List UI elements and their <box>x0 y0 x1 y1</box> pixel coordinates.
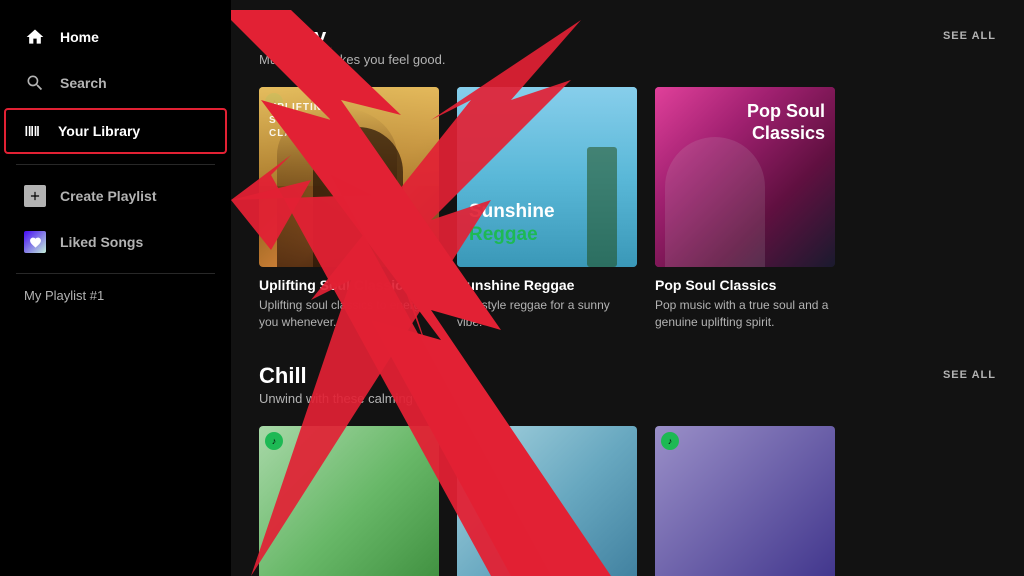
happy-section: Happy Music that makes you feel good. SE… <box>259 24 996 331</box>
card-pop-soul-title: Pop Soul Classics <box>655 277 835 293</box>
card-chill2-image: ♪ <box>457 426 637 576</box>
chill-section: Chill Unwind with these calming playlist… <box>259 363 996 576</box>
happy-section-header: Happy Music that makes you feel good. SE… <box>259 24 996 83</box>
spotify-badge-chill2: ♪ <box>463 432 481 450</box>
sidebar-item-your-library[interactable]: Your Library <box>4 108 227 154</box>
sidebar: Home Search Your Library Create Playlist <box>0 0 231 576</box>
happy-subtitle: Music that makes you feel good. <box>259 52 445 67</box>
card-uplifting-image: ♪ UpliftingSoulClassics <box>259 87 439 267</box>
sidebar-liked-songs-label: Liked Songs <box>60 234 143 250</box>
card-pop-soul[interactable]: ♪ Pop SoulClassics Pop Soul Classics Pop… <box>655 87 835 331</box>
sidebar-divider-2 <box>16 273 215 274</box>
search-icon <box>24 72 46 94</box>
card-sunshine-reggae[interactable]: ♪ SunshineReggae Sunshine Reggae Pop sty… <box>457 87 637 331</box>
chill-see-all[interactable]: SEE ALL <box>943 363 996 381</box>
chill-subtitle: Unwind with these calming playlists. <box>259 391 466 406</box>
heart-icon <box>24 231 46 253</box>
spotify-badge-chill1: ♪ <box>265 432 283 450</box>
sidebar-item-search[interactable]: Search <box>8 62 223 104</box>
spotify-badge-chill3: ♪ <box>661 432 679 450</box>
card-chill3-image: ♪ <box>655 426 835 576</box>
card-sunshine-title: Sunshine Reggae <box>457 277 637 293</box>
card-sunshine-desc: Pop style reggae for a sunny vibe! <box>457 297 637 331</box>
sidebar-item-create-playlist[interactable]: Create Playlist <box>8 175 223 217</box>
card-pop-soul-image: ♪ Pop SoulClassics <box>655 87 835 267</box>
sidebar-create-playlist-label: Create Playlist <box>60 188 157 204</box>
card-uplifting-title: Uplifting Soul Classics <box>259 277 439 293</box>
sidebar-playlist-my-playlist-1[interactable]: My Playlist #1 <box>0 282 231 309</box>
chill-cards-row: ♪ ♪ ♪ <box>259 426 996 576</box>
home-icon <box>24 26 46 48</box>
card-chill-2[interactable]: ♪ <box>457 426 637 576</box>
pop-soul-person <box>665 137 765 267</box>
happy-cards-row: ♪ UpliftingSoulClassics Uplifting Soul C… <box>259 87 996 331</box>
happy-see-all[interactable]: SEE ALL <box>943 24 996 42</box>
sidebar-item-home[interactable]: Home <box>8 16 223 58</box>
sunshine-overlay-text: SunshineReggae <box>469 201 555 247</box>
person-body <box>313 127 403 267</box>
sidebar-home-label: Home <box>60 29 99 45</box>
chill-section-header: Chill Unwind with these calming playlist… <box>259 363 996 422</box>
sidebar-library-label: Your Library <box>58 123 140 139</box>
palm-trunk <box>587 147 617 267</box>
sidebar-divider <box>16 164 215 165</box>
happy-section-titles: Happy Music that makes you feel good. <box>259 24 445 83</box>
card-uplifting-soul[interactable]: ♪ UpliftingSoulClassics Uplifting Soul C… <box>259 87 439 331</box>
card-chill1-image: ♪ <box>259 426 439 576</box>
card-pop-soul-desc: Pop music with a true soul and a genuine… <box>655 297 835 331</box>
card-uplifting-desc: Uplifting soul classics to energize you … <box>259 297 439 331</box>
sidebar-search-label: Search <box>60 75 107 91</box>
pop-soul-overlay-text: Pop SoulClassics <box>747 101 825 144</box>
card-sunshine-image: ♪ SunshineReggae <box>457 87 637 267</box>
main-content: Happy Music that makes you feel good. SE… <box>231 0 1024 576</box>
chill-section-titles: Chill Unwind with these calming playlist… <box>259 363 466 422</box>
happy-title: Happy <box>259 24 445 50</box>
card-chill-3[interactable]: ♪ <box>655 426 835 576</box>
library-icon <box>22 120 44 142</box>
sidebar-item-liked-songs[interactable]: Liked Songs <box>8 221 223 263</box>
plus-icon <box>24 185 46 207</box>
card-chill-1[interactable]: ♪ <box>259 426 439 576</box>
chill-title: Chill <box>259 363 466 389</box>
